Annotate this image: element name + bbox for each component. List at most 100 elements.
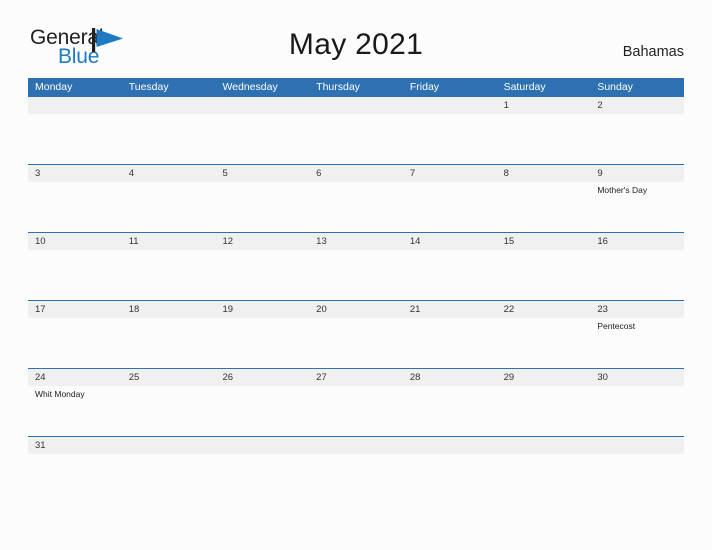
- day-number-empty: [403, 97, 497, 114]
- weekday-header-saturday: Saturday: [503, 81, 546, 93]
- day-cell-19[interactable]: [215, 318, 309, 368]
- day-cell-empty: [28, 114, 122, 164]
- day-number-empty: [309, 437, 403, 454]
- day-number-25[interactable]: 25: [122, 369, 216, 386]
- day-cell-9[interactable]: Mother's Day: [590, 182, 684, 232]
- day-cell-14[interactable]: [403, 250, 497, 300]
- day-number-empty: [403, 437, 497, 454]
- weekday-header-thursday: Thursday: [316, 81, 360, 93]
- day-number-28[interactable]: 28: [403, 369, 497, 386]
- day-number-1[interactable]: 1: [497, 97, 591, 114]
- day-number-20[interactable]: 20: [309, 301, 403, 318]
- day-cell-5[interactable]: [215, 182, 309, 232]
- day-number-30[interactable]: 30: [590, 369, 684, 386]
- day-number-21[interactable]: 21: [403, 301, 497, 318]
- day-cell-29[interactable]: [497, 386, 591, 436]
- day-number-6[interactable]: 6: [309, 165, 403, 182]
- day-cell-empty: [590, 454, 684, 466]
- day-number-14[interactable]: 14: [403, 233, 497, 250]
- day-number-3[interactable]: 3: [28, 165, 122, 182]
- day-number-empty: [497, 437, 591, 454]
- day-number-5[interactable]: 5: [215, 165, 309, 182]
- day-cell-25[interactable]: [122, 386, 216, 436]
- day-cell-8[interactable]: [497, 182, 591, 232]
- calendar-grid: Monday Tuesday Wednesday Thursday Friday Satu…: [28, 78, 684, 466]
- week-event-band: Mother's Day: [28, 182, 684, 232]
- day-number-2[interactable]: 2: [590, 97, 684, 114]
- week-event-band: [28, 250, 684, 300]
- day-cell-16[interactable]: [590, 250, 684, 300]
- day-cell-27[interactable]: [309, 386, 403, 436]
- day-number-29[interactable]: 29: [497, 369, 591, 386]
- week-event-band: [28, 454, 684, 466]
- day-cell-empty: [215, 114, 309, 164]
- day-cell-23[interactable]: Pentecost: [590, 318, 684, 368]
- week-event-band: Whit Monday: [28, 386, 684, 436]
- day-cell-18[interactable]: [122, 318, 216, 368]
- week-date-band: 10 11 12 13 14 15 16: [28, 233, 684, 250]
- day-cell-12[interactable]: [215, 250, 309, 300]
- day-cell-empty: [122, 114, 216, 164]
- weekday-header-row: Monday Tuesday Wednesday Thursday Friday Satu…: [28, 78, 684, 97]
- calendar-week-row: 31: [28, 436, 684, 466]
- event-label: Mother's Day: [597, 185, 648, 195]
- day-number-empty: [215, 97, 309, 114]
- day-number-4[interactable]: 4: [122, 165, 216, 182]
- day-cell-17[interactable]: [28, 318, 122, 368]
- day-cell-4[interactable]: [122, 182, 216, 232]
- day-number-17[interactable]: 17: [28, 301, 122, 318]
- page-header: General Blue May 2021 Bahamas: [0, 0, 712, 67]
- day-cell-21[interactable]: [403, 318, 497, 368]
- day-number-18[interactable]: 18: [122, 301, 216, 318]
- day-cell-24[interactable]: Whit Monday: [28, 386, 122, 436]
- day-number-12[interactable]: 12: [215, 233, 309, 250]
- day-number-empty: [309, 97, 403, 114]
- day-number-13[interactable]: 13: [309, 233, 403, 250]
- day-number-9[interactable]: 9: [590, 165, 684, 182]
- day-cell-20[interactable]: [309, 318, 403, 368]
- day-cell-1[interactable]: [497, 114, 591, 164]
- day-number-15[interactable]: 15: [497, 233, 591, 250]
- day-number-8[interactable]: 8: [497, 165, 591, 182]
- day-cell-3[interactable]: [28, 182, 122, 232]
- day-number-26[interactable]: 26: [215, 369, 309, 386]
- calendar-weeks: 1 2 3 4 5 6 7 8 9 Mother's Day 10 11 12 13 14 15 16 17 18 1…: [28, 97, 684, 466]
- week-event-band: [28, 114, 684, 164]
- day-cell-7[interactable]: [403, 182, 497, 232]
- day-number-empty: [590, 437, 684, 454]
- day-number-22[interactable]: 22: [497, 301, 591, 318]
- day-number-19[interactable]: 19: [215, 301, 309, 318]
- day-cell-13[interactable]: [309, 250, 403, 300]
- weekday-header-sunday: Sunday: [597, 81, 633, 93]
- day-cell-31[interactable]: [28, 454, 122, 466]
- day-cell-22[interactable]: [497, 318, 591, 368]
- weekday-header-tuesday: Tuesday: [128, 81, 169, 93]
- day-cell-28[interactable]: [403, 386, 497, 436]
- day-number-16[interactable]: 16: [590, 233, 684, 250]
- day-cell-empty: [309, 454, 403, 466]
- day-number-7[interactable]: 7: [403, 165, 497, 182]
- calendar-week-row: 17 18 19 20 21 22 23 Pentecost: [28, 300, 684, 368]
- day-number-10[interactable]: 10: [28, 233, 122, 250]
- calendar-week-row: 12: [28, 97, 684, 164]
- day-cell-empty: [497, 454, 591, 466]
- day-cell-15[interactable]: [497, 250, 591, 300]
- day-number-27[interactable]: 27: [309, 369, 403, 386]
- day-cell-6[interactable]: [309, 182, 403, 232]
- day-number-empty: [122, 97, 216, 114]
- day-cell-empty: [403, 454, 497, 466]
- day-cell-30[interactable]: [590, 386, 684, 436]
- day-cell-empty: [122, 454, 216, 466]
- day-cell-empty: [309, 114, 403, 164]
- page-title: May 2021: [288, 28, 424, 61]
- week-date-band: 24 25 26 27 28 29 30: [28, 369, 684, 386]
- day-cell-empty: [215, 454, 309, 466]
- day-number-11[interactable]: 11: [122, 233, 216, 250]
- day-cell-11[interactable]: [122, 250, 216, 300]
- day-number-31[interactable]: 31: [28, 437, 122, 454]
- day-number-23[interactable]: 23: [590, 301, 684, 318]
- day-number-24[interactable]: 24: [28, 369, 122, 386]
- day-cell-2[interactable]: [590, 114, 684, 164]
- day-cell-10[interactable]: [28, 250, 122, 300]
- day-cell-26[interactable]: [215, 386, 309, 436]
